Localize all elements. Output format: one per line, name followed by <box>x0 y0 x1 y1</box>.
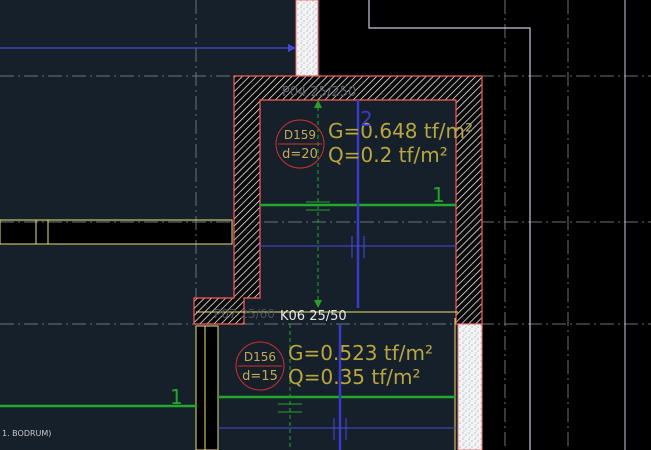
slab-dead-load: G=0.648 tf/m² <box>328 119 473 143</box>
cad-viewport[interactable]: P04 25/250 P07 25/60 K06 25/50 1. BODRUM… <box>0 0 651 450</box>
slab-live-load: Q=0.2 tf/m² <box>328 143 448 167</box>
column-bottom <box>457 323 483 450</box>
beam-mark: 2 <box>360 107 373 131</box>
beam-label-ghost[interactable]: P07 25/60 <box>214 307 275 321</box>
beam-label-top[interactable]: P04 25/250 <box>282 85 356 100</box>
slab-thickness: d=15 <box>242 369 278 384</box>
column-top <box>295 0 319 77</box>
rebar-mark: 1 <box>170 385 183 409</box>
slab-thickness: d=20 <box>282 147 318 162</box>
slab-id: D159 <box>284 128 316 142</box>
structural-drawing[interactable]: P04 25/250 P07 25/60 K06 25/50 1. BODRUM… <box>0 0 651 450</box>
slab-dead-load: G=0.523 tf/m² <box>288 341 433 365</box>
floor-label: 1. BODRUM) <box>2 429 51 438</box>
dim-arrow <box>288 44 296 52</box>
beam-label-mid[interactable]: K06 25/50 <box>280 309 347 324</box>
slab-id: D156 <box>244 350 276 364</box>
slab-live-load: Q=0.35 tf/m² <box>288 365 421 389</box>
column-strip-left <box>0 219 458 450</box>
slab-d159[interactable]: D159 d=20 G=0.648 tf/m² Q=0.2 tf/m² 1 2 <box>275 107 473 207</box>
rebar-mark: 1 <box>432 183 445 207</box>
